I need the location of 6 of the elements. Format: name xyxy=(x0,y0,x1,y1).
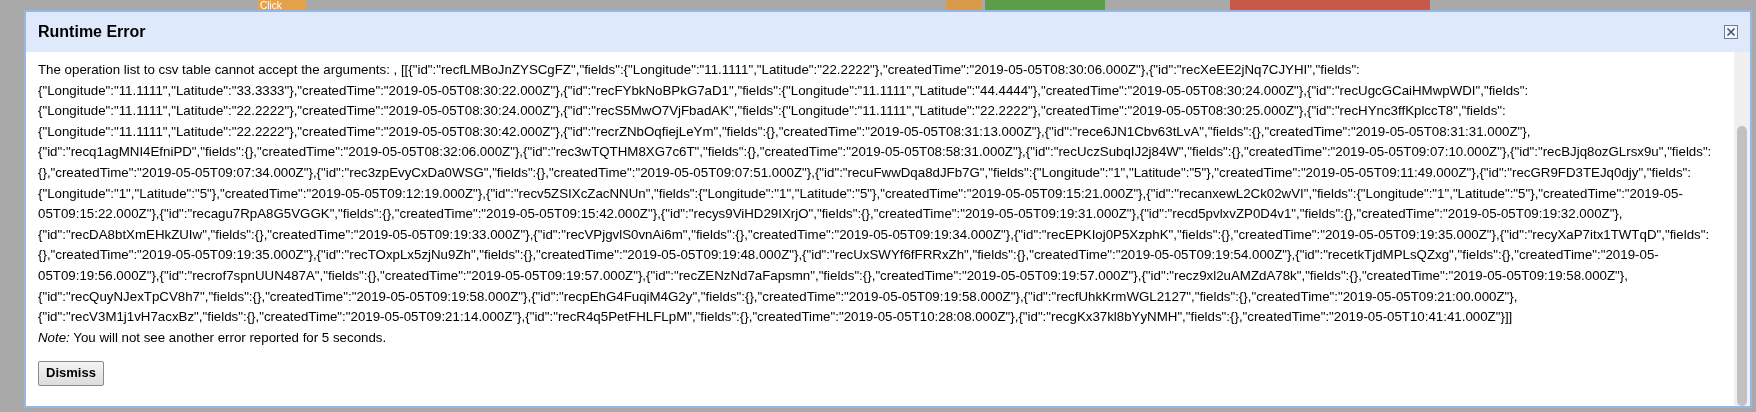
dialog-title: Runtime Error xyxy=(38,22,146,42)
close-icon[interactable] xyxy=(1724,25,1738,39)
dismiss-button[interactable]: Dismiss xyxy=(38,361,104,386)
error-message: The operation list to csv table cannot accept the arguments: , [[{"id":"recfLMBoJnZYSCgFZ","fields":{"Longitude":"11.1111","Latitude":"22.2222"},"createdTime":"2019-05-05T08:30:06.000Z"},{"id":"recXeEE2jNq7CJYHI","fields":{"Longitude":"11.1111","Latitude":"33.3333"},"createdTime":"2019-05-05T08:30:22.000Z"},{"id":"recFYbkNoBPkG7aD1","fields":{"Longitude":"11.1111","Latitude":"44.4444"},"createdTime":"2019-05-05T08:30:24.000Z"},{"id":"recUgcGCaiHMwpWDI","fields":{"Longitude":"11.1111","Latitude":"22.2222"},"createdTime":"2019-05-05T08:30:24.000Z"},{"id":"recS5MwO7VjFbadAK","fields":{"Longitude":"11.1111","Latitude":"22.2222"},"createdTime":"2019-05-05T08:30:25.000Z"},{"id":"recHYnc3ffKplccT8","fields":{"Longitude":"11.1111","Latitude":"22.2222"},"createdTime":"2019-05-05T08:30:42.000Z"},{"id":"recrZNbOqfiejLeYm","fields":{},"createdTime":"2019-05-05T08:31:13.000Z"},{"id":"rece6JN1Cbv63tLvA","fields":{},"createdTime":"2019-05-05T08:31:31.000Z"},{"id":"recq1agMNI4EfniPD","fields":{},"createdTime":"2019-05-05T08:32:06.000Z"},{"id":"rec3wTQTHM8XG7c6T","fields":{},"createdTime":"2019-05-05T08:58:31.000Z"},{"id":"recUczSubqIJ2j84W","fields":{},"createdTime":"2019-05-05T09:07:10.000Z"},{"id":"recBJjq8ozGLrsx9u","fields":{},"createdTime":"2019-05-05T09:07:34.000Z"},{"id":"rec3zpEvyCxDa0WSG","fields":{},"createdTime":"2019-05-05T09:07:51.000Z"},{"id":"recuFwwDqa8dJFb7G","fields":{"Longitude":"1","Latitude":"5"},"createdTime":"2019-05-05T09:11:49.000Z"},{"id":"recGR9FD3TEJq0djy","fields":{"Longitude":"1","Latitude":"5"},"createdTime":"2019-05-05T09:12:19.000Z"},{"id":"recv5ZSIXcZacNNUn","fields":{"Longitude":"1","Latitude":"5"},"createdTime":"2019-05-05T09:15:21.000Z"},{"id":"recanxewL2Ck02wVI","fields":{"Longitude":"1","Latitude":"5"},"createdTime":"2019-05-05T09:15:22.000Z"},{"id":"recagu7RpA8G5VGGK","fields":{},"createdTime":"2019-05-05T09:15:42.000Z"},{"id":"recys9ViHD29IXrjO","fields":{},"createdTime":"2019-05-05T09:19:31.000Z"},{"id":"recd5pvlxvZP0D4v1","fields":{},"createdTime":"2019-05-05T09:19:32.000Z"},{"id":"recDA8btXmEHkZUIw","fields":{},"createdTime":"2019-05-05T09:19:33.000Z"},{"id":"recVPjgvlS0vnAi6m","fields":{},"createdTime":"2019-05-05T09:19:34.000Z"},{"id":"recEPKIoj0P5XzphK","fields":{},"createdTime":"2019-05-05T09:19:35.000Z"},{"id":"recyXaP7itx1TWTqD","fields":{},"createdTime":"2019-05-05T09:19:35.000Z"},{"id":"recTOxpLx5zjNu9Zh","fields":{},"createdTime":"2019-05-05T09:19:48.000Z"},{"id":"recUxSWYf6fFRRxZh","fields":{},"createdTime":"2019-05-05T09:19:54.000Z"},{"id":"recetkTjdMPLsQZxg","fields":{},"createdTime":"2019-05-05T09:19:56.000Z"},{"id":"recrof7spnUUN487A","fields":{},"createdTime":"2019-05-05T09:19:57.000Z"},{"id":"recZENzNd7aFapsmn","fields":{},"createdTime":"2019-05-05T09:19:57.000Z"},{"id":"recz9xl2uAMZdA78k","fields":{},"createdTime":"2019-05-05T09:19:58.000Z"},{"id":"recQuyNJexTpCV8h7","fields":{},"createdTime":"2019-05-05T09:19:58.000Z"},{"id":"recpEhG4FuqiM4G2y","fields":{},"createdTime":"2019-05-05T09:19:58.000Z"},{"id":"recfUhkKrmWGL2127","fields":{},"createdTime":"2019-05-05T09:21:00.000Z"},{"id":"recV3M1j1vH7acxBz","fields":{},"createdTime":"2019-05-05T09:21:14.000Z"},{"id":"recR4q5PetFHLFLpM","fields":{},"createdTime":"2019-05-05T10:28:08.000Z"},{"id":"recgKx37kl8bYyNMH","fields":{},"createdTime":"2019-05-05T10:41:41.000Z"}]] xyxy=(38,61,1713,327)
note-text: Note: You will not see another error reported for 5 seconds. xyxy=(38,328,388,347)
scrollbar-thumb[interactable] xyxy=(1737,126,1747,406)
